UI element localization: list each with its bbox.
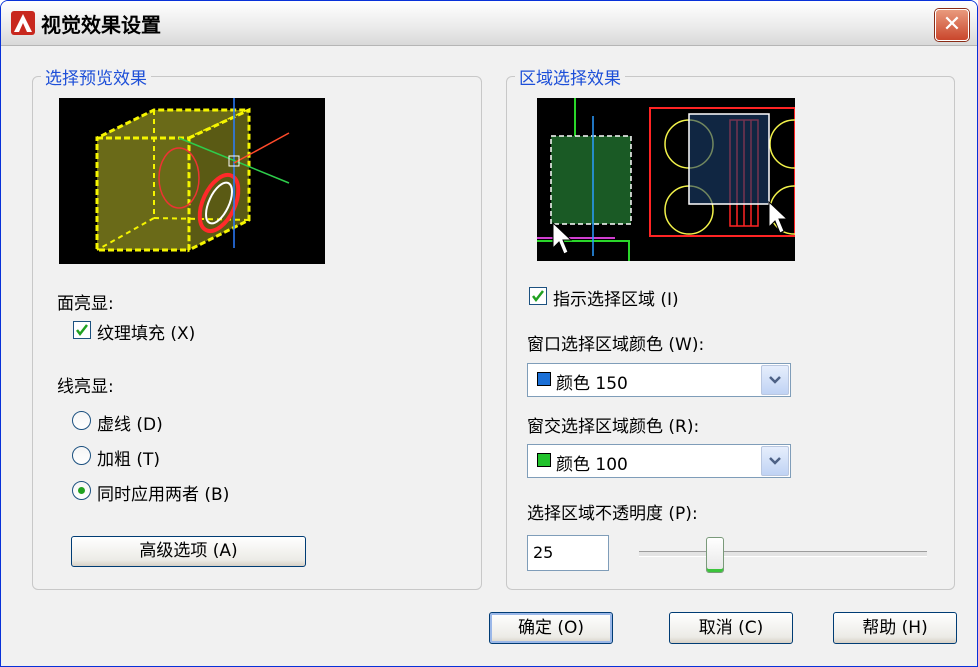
advanced-options-shortcut: (A): [212, 541, 238, 561]
radio-selected-dot: [78, 487, 85, 494]
opacity-slider-thumb[interactable]: [706, 537, 724, 573]
help-shortcut: (H): [901, 618, 928, 638]
close-icon: ✕: [942, 12, 962, 37]
thick-radio-label[interactable]: 加粗 (T): [97, 445, 160, 470]
dashed-text: 虚线: [97, 415, 131, 435]
window-color-suffix: :: [698, 335, 705, 355]
crossing-color-suffix: :: [693, 417, 700, 437]
opacity-value: 25: [533, 543, 554, 562]
advanced-options-text: 高级选项: [139, 541, 208, 561]
line-highlight-label: 线亮显:: [57, 377, 114, 397]
texture-fill-label[interactable]: 纹理填充 (X): [97, 319, 195, 344]
both-radio-label[interactable]: 同时应用两者 (B): [97, 480, 229, 505]
opacity-suffix: :: [691, 504, 698, 524]
opacity-input[interactable]: 25: [527, 535, 609, 571]
indicate-area-label[interactable]: 指示选择区域 (I): [553, 285, 679, 310]
window-title: 视觉效果设置: [41, 13, 161, 37]
opacity-text: 选择区域不透明度: [527, 504, 663, 524]
checkmark-icon: [76, 324, 88, 337]
both-text: 同时应用两者: [97, 485, 199, 505]
selection-preview-legend: 选择预览效果: [45, 69, 147, 89]
crossing-color-label: 窗交选择区域颜色 (R):: [527, 412, 699, 437]
both-shortcut: (B): [204, 485, 230, 505]
face-highlight-label: 面亮显:: [57, 294, 114, 314]
crossing-color-combo[interactable]: 颜色 100: [527, 444, 791, 478]
crossing-color-value: 颜色 100: [556, 455, 628, 475]
crossing-color-shortcut: (R): [668, 417, 694, 437]
ok-shortcut: (O): [557, 618, 585, 638]
window-color-value: 颜色 150: [556, 374, 628, 394]
window-color-text: 窗口选择区域颜色: [527, 335, 663, 355]
help-text: 帮助: [862, 618, 897, 638]
dialog-body: 选择预览效果 面亮显: 纹理填充 (X) 线亮显: 虚线 (D) 加粗 (T) …: [1, 46, 977, 666]
crossing-color-swatch: [537, 453, 551, 467]
texture-fill-text: 纹理填充: [97, 324, 165, 344]
visual-effects-dialog: 视觉效果设置 ✕ 选择预览效果 面亮显: 纹理填充 (X) 线亮显: 虚线 (D…: [0, 0, 978, 667]
advanced-options-button[interactable]: 高级选项 (A): [71, 536, 306, 567]
thick-shortcut: (T): [136, 450, 161, 470]
area-selection-preview-image: [537, 98, 795, 261]
window-color-combo[interactable]: 颜色 150: [527, 363, 791, 397]
cancel-shortcut: (C): [738, 618, 764, 638]
texture-fill-checkbox[interactable]: [73, 321, 91, 339]
cancel-text: 取消: [698, 618, 733, 638]
crossing-color-text: 窗交选择区域颜色: [527, 417, 663, 437]
opacity-slider-track[interactable]: [639, 551, 927, 557]
selection-preview-image: [59, 98, 325, 264]
chevron-down-icon: [769, 457, 781, 465]
opacity-shortcut: (P): [668, 504, 692, 524]
crossing-color-dropdown-button[interactable]: [761, 446, 789, 476]
window-color-dropdown-button[interactable]: [761, 365, 789, 395]
help-button[interactable]: 帮助 (H): [833, 612, 957, 644]
ok-text: 确定: [517, 618, 552, 638]
area-selection-legend: 区域选择效果: [519, 69, 621, 89]
window-color-shortcut: (W): [668, 335, 699, 355]
title-bar[interactable]: 视觉效果设置 ✕: [1, 1, 977, 46]
window-color-label: 窗口选择区域颜色 (W):: [527, 330, 704, 355]
indicate-area-text: 指示选择区域: [553, 290, 655, 310]
indicate-area-checkbox[interactable]: [529, 287, 547, 305]
both-radio[interactable]: [72, 481, 91, 500]
indicate-area-shortcut: (I): [660, 290, 679, 310]
thick-radio[interactable]: [72, 446, 91, 465]
ok-button[interactable]: 确定 (O): [489, 612, 613, 644]
close-button[interactable]: ✕: [935, 9, 969, 41]
dashed-radio-label[interactable]: 虚线 (D): [97, 410, 163, 435]
checkmark-icon: [532, 290, 544, 303]
window-color-swatch: [537, 372, 551, 386]
opacity-label: 选择区域不透明度 (P):: [527, 499, 698, 524]
chevron-down-icon: [769, 376, 781, 384]
cancel-button[interactable]: 取消 (C): [669, 612, 793, 644]
autocad-logo-icon: [11, 11, 35, 35]
dashed-shortcut: (D): [136, 415, 163, 435]
dashed-radio[interactable]: [72, 411, 91, 430]
texture-fill-shortcut: (X): [170, 324, 196, 344]
thick-text: 加粗: [97, 450, 131, 470]
